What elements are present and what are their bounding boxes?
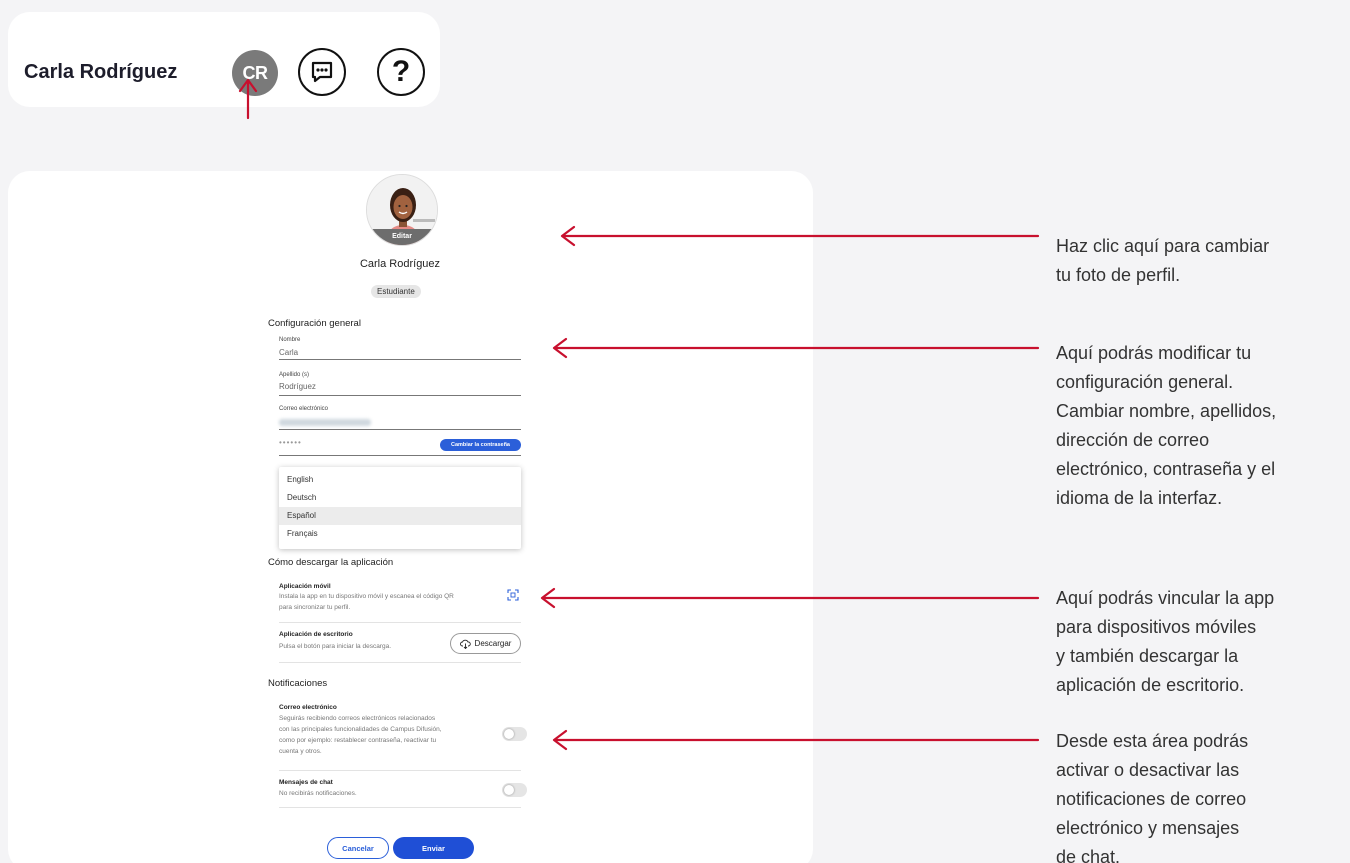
callout-line: Haz clic aquí para cambiar bbox=[1056, 236, 1270, 256]
callout-line: idioma de la interfaz. bbox=[1056, 488, 1223, 508]
callout-line: y también descargar la bbox=[1056, 646, 1239, 666]
arrow-to-app bbox=[540, 587, 1040, 609]
callout-line: electrónico, contraseña y el bbox=[1056, 459, 1276, 479]
callout-app: Aquí podrás vincular la app para disposi… bbox=[1056, 584, 1348, 700]
arrow-to-avatar bbox=[238, 78, 258, 120]
callout-general: Aquí podrás modificar tu configuración g… bbox=[1056, 339, 1348, 513]
callout-line: aplicación de escritorio. bbox=[1056, 675, 1245, 695]
callout-line: Cambiar nombre, apellidos, bbox=[1056, 401, 1277, 421]
arrow-to-photo bbox=[560, 225, 1040, 247]
callout-line: de chat. bbox=[1056, 847, 1121, 863]
callout-notifications: Desde esta área podrás activar o desacti… bbox=[1056, 727, 1348, 863]
callout-line: dirección de correo bbox=[1056, 430, 1210, 450]
arrow-to-notifications bbox=[552, 729, 1040, 751]
callout-photo: Haz clic aquí para cambiar tu foto de pe… bbox=[1056, 232, 1348, 290]
arrow-to-general bbox=[552, 337, 1040, 359]
callout-line: tu foto de perfil. bbox=[1056, 265, 1181, 285]
callout-line: notificaciones de correo bbox=[1056, 789, 1247, 809]
callout-line: Desde esta área podrás bbox=[1056, 731, 1249, 751]
callout-line: para dispositivos móviles bbox=[1056, 617, 1257, 637]
callout-line: configuración general. bbox=[1056, 372, 1234, 392]
callout-line: activar o desactivar las bbox=[1056, 760, 1240, 780]
callout-line: Aquí podrás modificar tu bbox=[1056, 343, 1252, 363]
callout-line: electrónico y mensajes bbox=[1056, 818, 1240, 838]
callout-line: Aquí podrás vincular la app bbox=[1056, 588, 1275, 608]
